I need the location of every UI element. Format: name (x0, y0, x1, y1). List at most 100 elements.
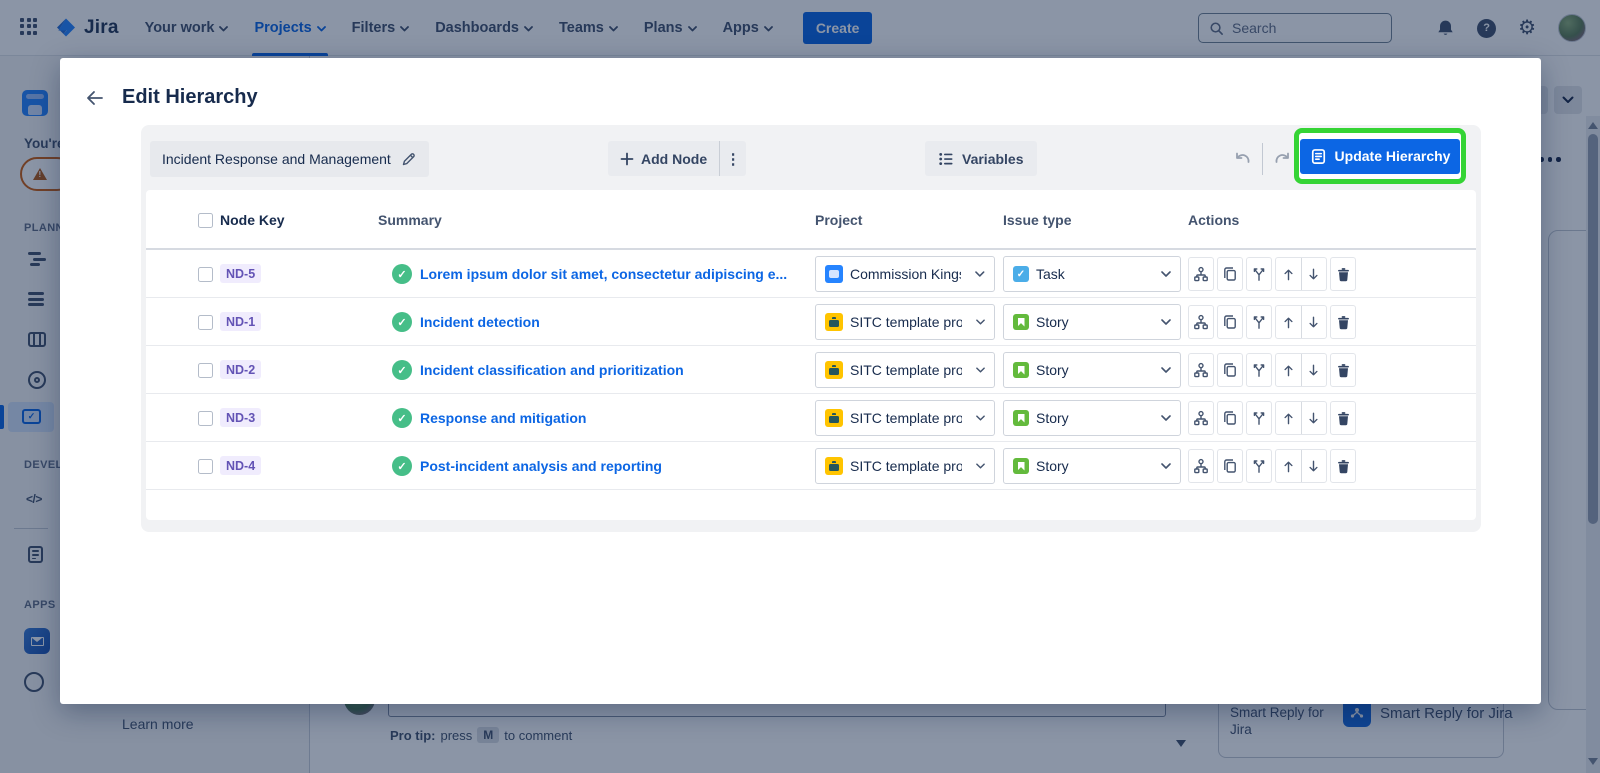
project-select-value: SITC template proje (850, 458, 962, 474)
project-select[interactable]: Commission Kings (815, 256, 995, 292)
branch-node-button[interactable] (1246, 353, 1272, 387)
delete-node-button[interactable] (1330, 353, 1356, 387)
column-header-node-key: Node Key (220, 212, 285, 228)
move-up-button[interactable] (1276, 258, 1301, 290)
delete-node-button[interactable] (1330, 305, 1356, 339)
add-child-node-button[interactable] (1188, 449, 1214, 483)
move-down-button[interactable] (1302, 354, 1327, 386)
column-header-project: Project (815, 212, 862, 228)
annotation-highlight-box: Update Hierarchy (1294, 128, 1466, 184)
issue-type-select[interactable]: Story (1003, 352, 1181, 388)
delete-node-button[interactable] (1330, 257, 1356, 291)
update-document-icon (1310, 148, 1327, 165)
add-child-node-button[interactable] (1188, 305, 1214, 339)
issue-type-select-value: Story (1036, 458, 1069, 474)
project-select-value: SITC template proje (850, 362, 962, 378)
issue-type-select[interactable]: Story (1003, 304, 1181, 340)
hierarchy-name-chip[interactable]: Incident Response and Management (150, 141, 429, 177)
summary-link[interactable]: Lorem ipsum dolor sit amet, consectetur … (420, 266, 787, 282)
add-node-group: Add Node ⋮ (608, 141, 746, 176)
undo-button[interactable] (1231, 144, 1253, 174)
chevron-down-icon (1161, 367, 1171, 373)
table-row: ND-4 ✓ Post-incident analysis and report… (146, 442, 1476, 490)
edit-pencil-icon[interactable] (401, 151, 417, 167)
row-checkbox[interactable] (198, 459, 213, 474)
add-node-button[interactable]: Add Node (608, 151, 719, 167)
node-key-chip[interactable]: ND-1 (220, 312, 261, 331)
chevron-down-icon (975, 271, 985, 277)
branch-node-button[interactable] (1246, 449, 1272, 483)
update-hierarchy-button[interactable]: Update Hierarchy (1300, 139, 1460, 174)
move-down-button[interactable] (1302, 258, 1327, 290)
undo-redo-divider (1262, 143, 1263, 175)
project-icon (825, 361, 843, 379)
redo-button[interactable] (1272, 144, 1294, 174)
node-more-options-button[interactable]: ⋮ (720, 150, 746, 168)
issue-type-select-value: Story (1036, 314, 1069, 330)
summary-link[interactable]: Post-incident analysis and reporting (420, 458, 662, 474)
chevron-down-icon (976, 319, 985, 325)
summary-link[interactable]: Response and mitigation (420, 410, 586, 426)
issue-type-select[interactable]: Story (1003, 400, 1181, 436)
chevron-down-icon (976, 367, 985, 373)
project-icon (825, 409, 843, 427)
undo-redo-group (1231, 143, 1294, 175)
project-select[interactable]: SITC template proje (815, 304, 995, 340)
delete-node-button[interactable] (1330, 449, 1356, 483)
column-header-summary: Summary (378, 212, 442, 228)
row-checkbox[interactable] (198, 315, 213, 330)
project-select[interactable]: SITC template proje (815, 448, 995, 484)
table-header-row: Node Key Summary Project Issue type Acti… (146, 190, 1476, 250)
project-select[interactable]: SITC template proje (815, 352, 995, 388)
node-key-chip[interactable]: ND-3 (220, 408, 261, 427)
move-down-button[interactable] (1302, 402, 1327, 434)
summary-link[interactable]: Incident detection (420, 314, 540, 330)
row-checkbox[interactable] (198, 411, 213, 426)
branch-node-button[interactable] (1246, 257, 1272, 291)
issue-type-select[interactable]: Task (1003, 256, 1181, 292)
duplicate-node-button[interactable] (1217, 305, 1243, 339)
row-actions (1188, 305, 1356, 339)
select-all-checkbox[interactable] (198, 213, 213, 228)
row-checkbox[interactable] (198, 267, 213, 282)
project-icon (825, 265, 843, 283)
move-up-button[interactable] (1276, 450, 1301, 482)
issue-type-select[interactable]: Story (1003, 448, 1181, 484)
add-child-node-button[interactable] (1188, 353, 1214, 387)
page-title: Edit Hierarchy (122, 86, 258, 109)
variables-list-icon (938, 151, 954, 167)
row-checkbox[interactable] (198, 363, 213, 378)
duplicate-node-button[interactable] (1217, 257, 1243, 291)
branch-node-button[interactable] (1246, 401, 1272, 435)
project-select[interactable]: SITC template proje (815, 400, 995, 436)
table-row: ND-3 ✓ Response and mitigation SITC temp… (146, 394, 1476, 442)
delete-node-button[interactable] (1330, 401, 1356, 435)
chevron-down-icon (1161, 319, 1171, 325)
branch-node-button[interactable] (1246, 305, 1272, 339)
project-icon (825, 457, 843, 475)
back-button[interactable] (82, 86, 106, 110)
hierarchy-table: Node Key Summary Project Issue type Acti… (146, 190, 1476, 520)
add-child-node-button[interactable] (1188, 257, 1214, 291)
issue-type-select-value: Task (1036, 266, 1065, 282)
issue-type-select-value: Story (1036, 410, 1069, 426)
chevron-down-icon (1161, 463, 1171, 469)
move-up-button[interactable] (1276, 306, 1301, 338)
column-header-actions: Actions (1188, 212, 1239, 228)
move-up-button[interactable] (1276, 354, 1301, 386)
node-key-chip[interactable]: ND-5 (220, 264, 261, 283)
variables-label: Variables (962, 151, 1024, 167)
node-key-chip[interactable]: ND-2 (220, 360, 261, 379)
move-up-button[interactable] (1276, 402, 1301, 434)
variables-button[interactable]: Variables (925, 141, 1037, 176)
move-down-button[interactable] (1302, 306, 1327, 338)
duplicate-node-button[interactable] (1217, 401, 1243, 435)
status-check-icon: ✓ (392, 456, 412, 476)
duplicate-node-button[interactable] (1217, 353, 1243, 387)
add-child-node-button[interactable] (1188, 401, 1214, 435)
move-down-button[interactable] (1302, 450, 1327, 482)
issue-type-icon (1013, 458, 1029, 474)
duplicate-node-button[interactable] (1217, 449, 1243, 483)
summary-link[interactable]: Incident classification and prioritizati… (420, 362, 684, 378)
node-key-chip[interactable]: ND-4 (220, 456, 261, 475)
